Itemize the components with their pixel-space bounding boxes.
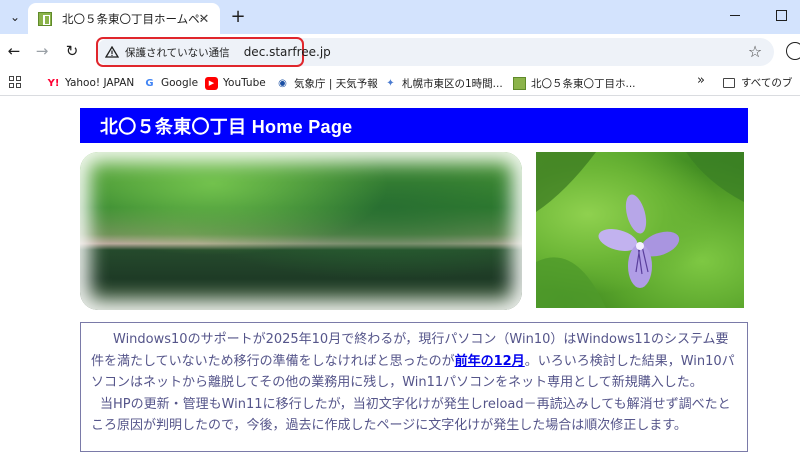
bookmark-jma[interactable]: ◉ 気象庁 | 天気予報 <box>276 75 378 91</box>
intro-paragraph-2: 当HPの更新・管理もWin11に移行したが，当初文字化けが発生しreload－再… <box>91 394 737 437</box>
bookmark-label: YouTube <box>223 77 266 89</box>
bookmark-label: Google <box>161 77 199 89</box>
tab-close-icon[interactable]: ✕ <box>196 11 212 27</box>
tab-search-chevron-icon[interactable]: ⌄ <box>4 6 26 28</box>
folder-icon <box>723 77 735 88</box>
window-minimize-icon[interactable] <box>728 8 742 22</box>
bookmark-yahoo[interactable]: Y! Yahoo! JAPAN <box>47 75 135 91</box>
bookmark-youtube[interactable]: ▶ YouTube <box>205 75 266 91</box>
bookmark-site[interactable]: 北〇５条東〇丁目ホ... <box>513 75 636 91</box>
paragraph-2-text: 当HPの更新・管理もWin11に移行したが，当初文字化けが発生しreload－再… <box>91 396 731 434</box>
site-favicon-icon <box>38 11 52 26</box>
tab-title: 北〇５条東〇丁目ホームページ <box>62 11 202 26</box>
bookmarks-bar: Y! Yahoo! JAPAN G Google ▶ YouTube ◉ 気象庁… <box>0 68 800 96</box>
bookmark-label: すべてのブ <box>741 77 793 89</box>
reload-icon[interactable]: ↻ <box>62 42 82 60</box>
intro-text-box: Windows10のサポートが2025年10月で終わるが，現行パソコン（Win1… <box>80 322 748 452</box>
security-label: 保護されていない通信 <box>125 46 230 59</box>
url-text[interactable]: dec.starfree.jp <box>244 45 331 59</box>
bookmark-star-icon[interactable]: ☆ <box>746 42 764 61</box>
bookmark-label: 札幌市東区の1時間... <box>402 77 503 90</box>
weather-icon: ✦ <box>386 77 395 89</box>
bookmark-label: Yahoo! JAPAN <box>65 77 135 89</box>
all-bookmarks-folder[interactable]: すべてのブ <box>723 75 792 90</box>
apps-grid-icon[interactable] <box>9 76 21 88</box>
tab-active[interactable]: 北〇５条東〇丁目ホームページ ✕ <box>28 3 220 34</box>
jma-icon: ◉ <box>278 77 287 89</box>
warning-triangle-icon <box>105 46 119 58</box>
bookmark-weather[interactable]: ✦ 札幌市東区の1時間... <box>384 75 503 91</box>
bookmark-label: 北〇５条東〇丁目ホ... <box>531 77 636 90</box>
tab-strip: ⌄ 北〇５条東〇丁目ホームページ ✕ + <box>0 0 800 34</box>
previous-december-link[interactable]: 前年の12月 <box>455 354 525 369</box>
yahoo-icon: Y! <box>47 77 60 89</box>
bookmark-label: 気象庁 | 天気予報 <box>294 77 378 90</box>
new-tab-plus-icon[interactable]: + <box>228 6 248 27</box>
google-icon: G <box>145 77 154 89</box>
forward-arrow-icon[interactable]: → <box>32 42 52 60</box>
page-header-banner: 北〇５条東〇丁目 Home Page <box>80 108 748 143</box>
bookmarks-overflow-icon[interactable]: » <box>697 73 705 88</box>
profile-avatar-icon[interactable] <box>786 42 800 60</box>
violet-flower-illustration <box>536 152 744 308</box>
site-icon <box>513 76 526 90</box>
back-arrow-icon[interactable]: ← <box>4 42 24 60</box>
intro-paragraph-1: Windows10のサポートが2025年10月で終わるが，現行パソコン（Win1… <box>91 329 737 394</box>
lake-forest-photo <box>80 152 522 310</box>
youtube-icon: ▶ <box>205 76 218 90</box>
window-maximize-icon[interactable] <box>776 10 787 21</box>
violet-flower-photo <box>536 152 744 308</box>
page-title: 北〇５条東〇丁目 Home Page <box>100 116 353 137</box>
browser-toolbar: ← → ↻ 保護されていない通信 dec.starfree.jp ☆ <box>0 34 800 68</box>
bookmark-google[interactable]: G Google <box>143 75 198 91</box>
security-chip[interactable]: 保護されていない通信 dec.starfree.jp <box>96 37 331 67</box>
